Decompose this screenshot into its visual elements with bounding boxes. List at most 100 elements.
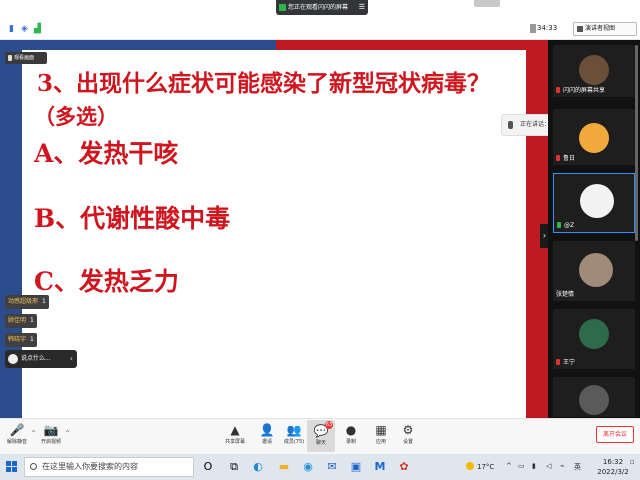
caret-up-icon[interactable]: ^ (65, 430, 70, 437)
share-screen-icon: ▲ (230, 423, 240, 437)
mail-icon[interactable]: ✉ (324, 459, 340, 475)
reaction-chip: 顾佳明 1 (5, 314, 37, 328)
unmute-button[interactable]: 🎤 解除静音 ^ (2, 422, 36, 452)
apps-label: 应用 (375, 439, 386, 445)
tray-overflow-icon[interactable]: ^ (506, 462, 512, 470)
menu-icon[interactable]: ☰ (359, 0, 365, 15)
apps-icon: ▦ (375, 423, 387, 437)
window-controls[interactable] (474, 0, 500, 7)
power-icon[interactable]: ⌁ (560, 462, 564, 470)
unmute-label: 解除静音 (6, 439, 27, 445)
start-video-button[interactable]: 📷 开启视频 ^ (36, 422, 70, 452)
slide-top-band-red (276, 40, 548, 50)
media-icon[interactable]: ✿ (396, 459, 412, 475)
avatar (579, 123, 609, 153)
signal-icon: ▮ (9, 24, 14, 34)
reaction-chip: 韩晓宇 1 (5, 333, 37, 347)
top-status-bar: ▮ ◈ ▟ 您正在观看闪闪的屏幕 ☰ 34:33 演讲者视图 (0, 0, 640, 40)
participant-name-text: 王宁 (563, 359, 576, 366)
participant-name: 鲁日 (556, 153, 575, 162)
option-b: B、代谢性酸中毒 (34, 204, 231, 233)
participant-name-text: 鲁日 (563, 155, 576, 162)
avatar (579, 253, 613, 287)
participant-name: 王宁 (556, 357, 575, 366)
share-indicator-icon (279, 4, 286, 11)
wifi-icon: ▟ (34, 24, 41, 34)
chevron-left-icon[interactable]: ‹ (70, 350, 73, 368)
chat-label: 聊天 (315, 440, 326, 446)
question-title: 3、出现什么症状可能感染了新型冠状病毒？ (37, 70, 491, 97)
chat-input-toast[interactable]: 说点什么... ‹ (5, 350, 77, 368)
invite-button[interactable]: 👤 邀请 (252, 422, 282, 452)
edge-icon[interactable]: ◐ (250, 459, 266, 475)
participant-name-text: 张楚情 (556, 291, 575, 298)
participant-name-text: @Z (564, 222, 575, 229)
slide-top-band-blue (0, 40, 276, 50)
search-placeholder: 在这里输入你要搜索的内容 (42, 462, 138, 471)
apps-button[interactable]: ▦ 应用 (366, 422, 396, 452)
reaction-name: 顾佳明 (8, 317, 27, 324)
screen-share-banner[interactable]: 您正在观看闪闪的屏幕 ☰ (276, 0, 368, 15)
avatar (580, 184, 614, 218)
gear-icon: ⚙ (402, 423, 414, 437)
windows-start-icon[interactable] (6, 461, 18, 473)
mic-active-icon (557, 222, 561, 228)
participant-tile-active[interactable]: @Z (553, 173, 635, 233)
participant-tile[interactable]: 王宁 (553, 309, 635, 369)
weather-widget[interactable]: 17°C (466, 462, 494, 471)
viewing-tag: 观看画面 (5, 52, 47, 64)
windows-taskbar: 在这里输入你要搜索的内容 O ⧉ ◐ ▬ ◉ ✉ ▣ M ✿ 17°C ^ ▭ … (0, 454, 640, 480)
mic-muted-icon (556, 155, 560, 161)
leave-meeting-button[interactable]: 离开会议 (596, 426, 634, 443)
task-view-icon[interactable]: ⧉ (226, 459, 242, 475)
notification-icon[interactable]: ▫ (630, 458, 635, 466)
battery-icon[interactable]: ▮ (532, 462, 536, 470)
browser-icon[interactable]: ◉ (300, 459, 316, 475)
participant-tile[interactable]: 张楚情 (553, 241, 635, 301)
participants-label: 成员(75) (283, 439, 305, 445)
mic-muted-icon (556, 87, 560, 93)
participants-button[interactable]: 👥 成员(75) (279, 422, 309, 452)
participant-tile[interactable] (553, 377, 635, 417)
participant-name-text: 闪闪的屏幕共享 (563, 87, 606, 94)
option-c: C、发热乏力 (34, 267, 179, 296)
timer-icon (530, 24, 536, 33)
chat-unread-badge: 63 (325, 421, 333, 429)
participant-tile[interactable]: 闪闪的屏幕共享 (553, 45, 635, 97)
record-icon: ● (345, 423, 357, 437)
avatar (8, 354, 18, 364)
participant-name: @Z (557, 222, 574, 229)
start-video-label: 开启视频 (40, 439, 61, 445)
participant-name: 张楚情 (556, 289, 574, 298)
volume-icon[interactable]: ◁ (546, 462, 551, 470)
taskbar-clock[interactable]: 16:32 2022/3/2 (593, 457, 633, 477)
avatar (579, 319, 609, 349)
shield-icon: ◈ (21, 24, 28, 34)
avatar (579, 55, 609, 85)
participant-tile[interactable]: 鲁日 (553, 109, 635, 165)
share-screen-button[interactable]: ▲ 共享屏幕 (220, 422, 250, 452)
chat-toast-text: 说点什么... (21, 355, 51, 362)
video-off-icon: 📷 (43, 423, 59, 437)
view-mode-button[interactable]: 演讲者视图 (573, 22, 637, 36)
file-explorer-icon[interactable]: ▬ (276, 459, 292, 475)
store-icon[interactable]: ▣ (348, 459, 364, 475)
microphone-off-icon: 🎤 (9, 423, 25, 437)
settings-button[interactable]: ⚙ 设置 (393, 422, 423, 452)
clock-date: 2022/3/2 (597, 468, 629, 476)
search-app-icon[interactable]: O (200, 459, 216, 475)
reaction-name: 动感超级邢 (8, 298, 39, 305)
record-button[interactable]: ● 录制 (336, 422, 366, 452)
reaction-chip: 动感超级邢 1 (5, 295, 49, 309)
microphone-icon (508, 121, 513, 129)
invite-label: 邀请 (261, 439, 272, 445)
share-screen-label: 共享屏幕 (224, 439, 245, 445)
gallery-scrollbar[interactable] (635, 45, 638, 241)
sun-icon (466, 462, 474, 470)
avatar (579, 385, 609, 415)
taskbar-search-input[interactable]: 在这里输入你要搜索的内容 (24, 457, 194, 477)
settings-label: 设置 (402, 439, 413, 445)
meeting-icon[interactable]: M (372, 459, 388, 475)
ime-indicator[interactable]: 英 (574, 462, 581, 472)
network-icon[interactable]: ▭ (518, 462, 525, 470)
